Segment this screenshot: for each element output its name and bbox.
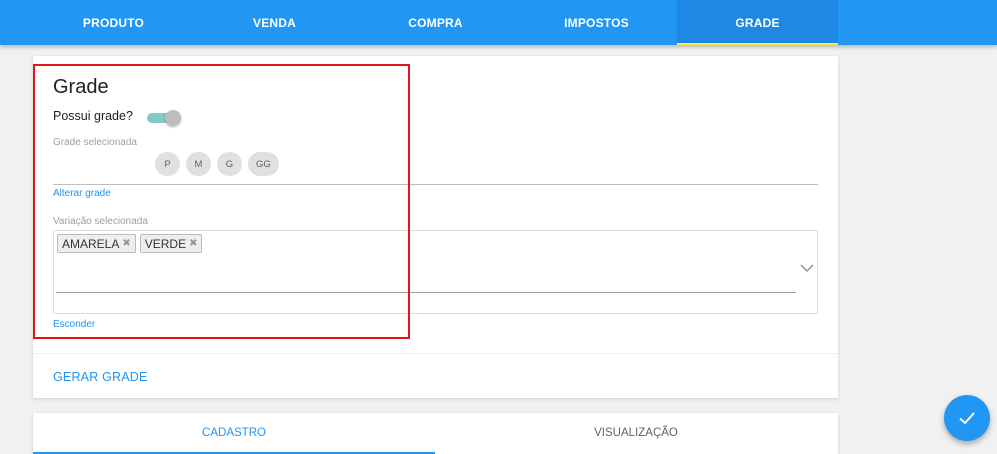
check-icon <box>959 412 975 425</box>
tab-compra[interactable]: COMPRA <box>355 0 516 45</box>
size-chip: G <box>217 152 242 176</box>
variacao-tag: AMARELA ✖ <box>57 234 136 253</box>
card-separator <box>33 353 838 354</box>
grade-card <box>33 56 838 398</box>
size-chips: P M G GG <box>155 152 279 176</box>
tab-impostos[interactable]: IMPOSTOS <box>516 0 677 45</box>
tag-label: AMARELA <box>62 236 120 251</box>
possui-grade-toggle[interactable] <box>147 110 181 126</box>
tab-venda[interactable]: VENDA <box>194 0 355 45</box>
esconder-link[interactable]: Esconder <box>53 319 95 330</box>
tab-grade[interactable]: GRADE <box>677 0 838 45</box>
possui-grade-label: Possui grade? <box>53 109 133 123</box>
tab-cadastro[interactable]: CADASTRO <box>33 413 435 453</box>
chevron-down-icon[interactable] <box>800 263 814 273</box>
tag-label: VERDE <box>144 236 187 251</box>
grade-title: Grade <box>53 76 109 98</box>
variacao-tags: AMARELA ✖ VERDE ✖ <box>57 234 203 253</box>
close-icon[interactable]: ✖ <box>122 238 130 249</box>
gerar-grade-button[interactable]: GERAR GRADE <box>53 370 148 384</box>
variacao-tag: VERDE ✖ <box>139 234 203 253</box>
top-navigation: PRODUTO VENDA COMPRA IMPOSTOS GRADE <box>0 0 997 45</box>
select-underline <box>56 292 796 293</box>
grade-selecionada-label: Grade selecionada <box>53 137 137 148</box>
size-chip: P <box>155 152 180 176</box>
size-chip: GG <box>248 152 279 176</box>
save-fab-button[interactable] <box>944 395 990 441</box>
size-chip: M <box>186 152 211 176</box>
variacao-selecionada-label: Variação selecionada <box>53 216 148 227</box>
close-icon[interactable]: ✖ <box>189 238 197 249</box>
tab-produto[interactable]: PRODUTO <box>33 0 194 45</box>
toggle-knob <box>165 110 181 126</box>
grade-divider <box>53 184 818 185</box>
tab-visualizacao[interactable]: VISUALIZAÇÃO <box>435 413 837 453</box>
alterar-grade-link[interactable]: Alterar grade <box>53 188 111 199</box>
bottom-tabs: CADASTRO VISUALIZAÇÃO <box>33 413 838 454</box>
